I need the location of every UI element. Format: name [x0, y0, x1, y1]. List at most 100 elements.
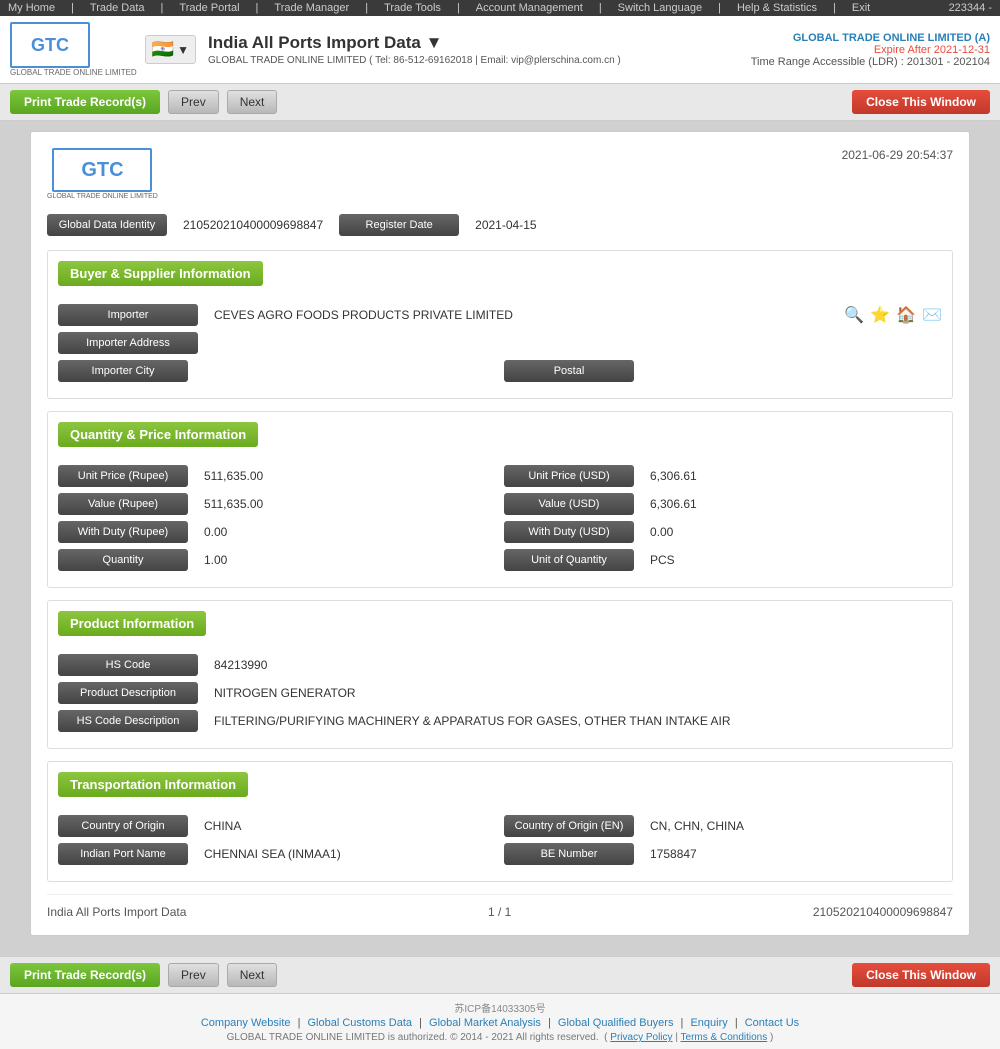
nav-separator6: | [599, 2, 602, 14]
record-card: GTC GLOBAL TRADE ONLINE LIMITED 2021-06-… [30, 131, 970, 936]
country-of-origin-en-value: CN, CHN, CHINA [642, 819, 752, 833]
product-description-label: Product Description [58, 682, 198, 704]
value-usd-label: Value (USD) [504, 493, 634, 515]
card-timestamp: 2021-06-29 20:54:37 [842, 148, 953, 162]
product-title: Product Information [58, 611, 206, 636]
flag-dropdown[interactable]: 🇮🇳 ▼ [145, 35, 196, 64]
search-icon[interactable]: 🔍 [844, 305, 864, 325]
footer: 苏ICP备14033305号 Company Website | Global … [0, 993, 1000, 1049]
user-id: 223344 - [949, 2, 992, 14]
nav-switch-language[interactable]: Switch Language [618, 2, 702, 14]
nav-separator2: | [161, 2, 164, 14]
quantity-price-section: Quantity & Price Information Unit Price … [47, 411, 953, 588]
logo-subtitle: GLOBAL TRADE ONLINE LIMITED [10, 68, 137, 77]
home-icon[interactable]: 🏠 [896, 305, 916, 325]
nav-trade-data[interactable]: Trade Data [90, 2, 145, 14]
hs-code-value: 84213990 [206, 658, 942, 672]
nav-separator4: | [365, 2, 368, 14]
header-left: GTC GLOBAL TRADE ONLINE LIMITED 🇮🇳 ▼ [10, 22, 196, 77]
logo-area: GTC GLOBAL TRADE ONLINE LIMITED [10, 22, 137, 77]
action-bar-bottom: Print Trade Record(s) Prev Next Close Th… [0, 956, 1000, 993]
nav-separator8: | [833, 2, 836, 14]
close-button-top[interactable]: Close This Window [852, 90, 990, 114]
importer-city-row: Importer City Postal [58, 360, 942, 382]
with-duty-usd-value: 0.00 [642, 525, 681, 539]
global-data-identity-value: 210520210400009698847 [175, 218, 331, 232]
buyer-supplier-title: Buyer & Supplier Information [58, 261, 263, 286]
print-button-bottom[interactable]: Print Trade Record(s) [10, 963, 160, 987]
india-flag-icon: 🇮🇳 [152, 39, 174, 60]
port-be-row: Indian Port Name CHENNAI SEA (INMAA1) BE… [58, 843, 942, 865]
nav-trade-manager[interactable]: Trade Manager [274, 2, 349, 14]
transportation-title: Transportation Information [58, 772, 248, 797]
quantity-value: 1.00 [196, 553, 235, 567]
footer-link-company[interactable]: Company Website [201, 1017, 291, 1029]
mail-icon[interactable]: ✉️ [922, 305, 942, 325]
importer-row: Importer CEVES AGRO FOODS PRODUCTS PRIVA… [58, 304, 942, 326]
product-description-row: Product Description NITROGEN GENERATOR [58, 682, 942, 704]
card-logo-box: GTC [52, 148, 152, 192]
nav-exit[interactable]: Exit [852, 2, 870, 14]
value-rupee-value: 511,635.00 [196, 497, 271, 511]
global-data-identity-label: Global Data Identity [47, 214, 167, 236]
with-duty-usd-label: With Duty (USD) [504, 521, 634, 543]
importer-value: CEVES AGRO FOODS PRODUCTS PRIVATE LIMITE… [206, 308, 836, 322]
star-icon[interactable]: ⭐ [870, 305, 890, 325]
header-center: India All Ports Import Data ▼ GLOBAL TRA… [196, 33, 751, 66]
card-footer: India All Ports Import Data 1 / 1 210520… [47, 894, 953, 919]
footer-privacy-link[interactable]: Privacy Policy [610, 1032, 672, 1043]
nav-help-statistics[interactable]: Help & Statistics [737, 2, 817, 14]
importer-label: Importer [58, 304, 198, 326]
card-header: GTC GLOBAL TRADE ONLINE LIMITED 2021-06-… [47, 148, 953, 200]
footer-link-customs[interactable]: Global Customs Data [308, 1017, 413, 1029]
footer-source: India All Ports Import Data [47, 905, 186, 919]
with-duty-rupee-value: 0.00 [196, 525, 235, 539]
close-button-bottom[interactable]: Close This Window [852, 963, 990, 987]
footer-terms-link[interactable]: Terms & Conditions [681, 1032, 768, 1043]
nav-my-home[interactable]: My Home [8, 2, 55, 14]
nav-separator7: | [718, 2, 721, 14]
footer-record-id: 210520210400009698847 [813, 905, 953, 919]
footer-link-market[interactable]: Global Market Analysis [429, 1017, 541, 1029]
next-button-bottom[interactable]: Next [227, 963, 278, 987]
indian-port-name-label: Indian Port Name [58, 843, 188, 865]
header-right: GLOBAL TRADE ONLINE LIMITED (A) Expire A… [751, 32, 990, 68]
country-of-origin-en-label: Country of Origin (EN) [504, 815, 634, 837]
value-usd-value: 6,306.61 [642, 497, 705, 511]
identity-row: Global Data Identity 2105202104000096988… [47, 214, 953, 236]
nav-trade-tools[interactable]: Trade Tools [384, 2, 441, 14]
top-nav[interactable]: My Home | Trade Data | Trade Portal | Tr… [8, 2, 870, 14]
prev-button-top[interactable]: Prev [168, 90, 219, 114]
footer-link-buyers[interactable]: Global Qualified Buyers [558, 1017, 674, 1029]
quantity-label: Quantity [58, 549, 188, 571]
hs-code-description-row: HS Code Description FILTERING/PURIFYING … [58, 710, 942, 732]
beian-text: 苏ICP备14033305号 [10, 1000, 990, 1015]
footer-pagination: 1 / 1 [488, 905, 511, 919]
card-logo-sub: GLOBAL TRADE ONLINE LIMITED [47, 193, 158, 200]
nav-account-management[interactable]: Account Management [476, 2, 583, 14]
importer-icons: 🔍 ⭐ 🏠 ✉️ [844, 305, 942, 325]
main-content: GTC GLOBAL TRADE ONLINE LIMITED 2021-06-… [0, 121, 1000, 956]
nav-separator1: | [71, 2, 74, 14]
country-of-origin-label: Country of Origin [58, 815, 188, 837]
postal-label: Postal [504, 360, 634, 382]
company-name: GLOBAL TRADE ONLINE LIMITED (A) [751, 32, 990, 44]
next-button-top[interactable]: Next [227, 90, 278, 114]
importer-city-label: Importer City [58, 360, 188, 382]
logo-box: GTC [10, 22, 90, 68]
dropdown-arrow-icon: ▼ [177, 43, 189, 57]
prev-button-bottom[interactable]: Prev [168, 963, 219, 987]
footer-link-contact[interactable]: Contact Us [745, 1017, 799, 1029]
print-button-top[interactable]: Print Trade Record(s) [10, 90, 160, 114]
unit-price-row: Unit Price (Rupee) 511,635.00 Unit Price… [58, 465, 942, 487]
importer-address-label: Importer Address [58, 332, 198, 354]
footer-link-enquiry[interactable]: Enquiry [690, 1017, 727, 1029]
nav-trade-portal[interactable]: Trade Portal [179, 2, 239, 14]
footer-copyright: GLOBAL TRADE ONLINE LIMITED is authorize… [10, 1032, 990, 1043]
buyer-supplier-section: Buyer & Supplier Information Importer CE… [47, 250, 953, 399]
unit-price-usd-value: 6,306.61 [642, 469, 705, 483]
importer-address-row: Importer Address [58, 332, 942, 354]
country-of-origin-value: CHINA [196, 819, 249, 833]
register-date-label: Register Date [339, 214, 459, 236]
with-duty-rupee-label: With Duty (Rupee) [58, 521, 188, 543]
